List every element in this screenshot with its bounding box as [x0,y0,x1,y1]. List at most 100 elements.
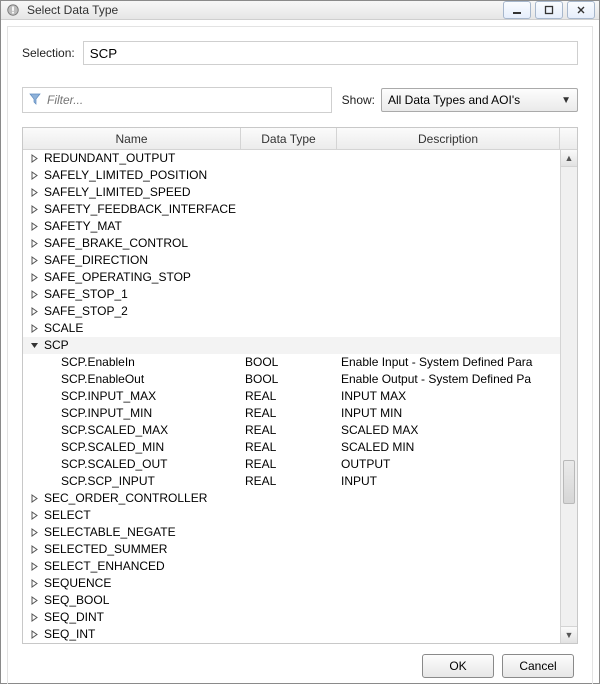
tree-node[interactable]: SEQ_BOOL [23,592,560,609]
vertical-scrollbar[interactable]: ▲ ▼ [560,150,577,643]
tree-leaf[interactable]: SCP.SCALED_MIN REALSCALED MIN [23,439,560,456]
expand-icon[interactable] [29,578,40,589]
title-bar: Select Data Type [1,1,599,20]
expand-icon[interactable] [29,221,40,232]
tree-node[interactable]: SAFETY_FEEDBACK_INTERFACE [23,201,560,218]
scroll-down-button[interactable]: ▼ [561,626,577,643]
tree-node[interactable]: SAFE_BRAKE_CONTROL [23,235,560,252]
expand-icon[interactable] [29,527,40,538]
row-name: SAFETY_MAT [44,218,122,235]
row-type: REAL [241,439,337,456]
row-type: REAL [241,456,337,473]
expand-icon[interactable] [29,204,40,215]
tree-leaf[interactable]: SCP.EnableInBOOLEnable Input - System De… [23,354,560,371]
expand-icon[interactable] [29,255,40,266]
scroll-thumb[interactable] [563,460,575,504]
row-name: SAFE_DIRECTION [44,252,148,269]
selection-input[interactable] [83,41,578,65]
tree-node[interactable]: SEQ_DINT [23,609,560,626]
tree-node[interactable]: SEC_ORDER_CONTROLLER [23,490,560,507]
tree-leaf[interactable]: SCP.INPUT_MAXREALINPUT MAX [23,388,560,405]
tree-node[interactable]: SCP [23,337,560,354]
row-description: OUTPUT [337,456,560,473]
row-name: SAFE_OPERATING_STOP [44,269,191,286]
row-description: INPUT MIN [337,405,560,422]
cancel-button[interactable]: Cancel [502,654,574,678]
grid-rows[interactable]: REDUNDANT_OUTPUTSAFELY_LIMITED_POSITIONS… [23,150,560,643]
tree-node[interactable]: SAFE_STOP_2 [23,303,560,320]
expand-icon[interactable] [29,561,40,572]
row-name: SCP.SCALED_MIN [61,439,164,456]
expand-icon[interactable] [29,306,40,317]
tree-node[interactable]: SELECT [23,507,560,524]
tree-node[interactable]: SAFE_OPERATING_STOP [23,269,560,286]
tree-node[interactable]: SAFELY_LIMITED_POSITION [23,167,560,184]
tree-leaf[interactable]: SCP.SCALED_OUTREALOUTPUT [23,456,560,473]
row-type: BOOL [241,371,337,388]
row-description: Enable Input - System Defined Para [337,354,560,371]
tree-node[interactable]: SELECTABLE_NEGATE [23,524,560,541]
filter-box[interactable] [22,87,332,113]
expand-icon[interactable] [29,153,40,164]
expand-icon[interactable] [29,595,40,606]
maximize-button[interactable] [535,1,563,19]
expand-icon[interactable] [29,170,40,181]
expand-icon[interactable] [29,289,40,300]
row-name: SELECTED_SUMMER [44,541,167,558]
show-select[interactable]: All Data Types and AOI's ▼ [381,88,578,112]
expand-icon[interactable] [29,272,40,283]
expand-icon[interactable] [29,510,40,521]
row-name: SELECTABLE_NEGATE [44,524,176,541]
close-button[interactable] [567,1,595,19]
app-icon [5,2,21,18]
filter-row: Show: All Data Types and AOI's ▼ [22,87,578,113]
tree-node[interactable]: SCALE [23,320,560,337]
expand-icon[interactable] [29,544,40,555]
row-description: SCALED MIN [337,439,560,456]
scroll-up-button[interactable]: ▲ [561,150,577,167]
filter-input[interactable] [47,93,325,107]
tree-leaf[interactable]: SCP.SCALED_MAXREALSCALED MAX [23,422,560,439]
minimize-button[interactable] [503,1,531,19]
expand-icon[interactable] [29,323,40,334]
show-label: Show: [342,93,375,107]
column-header-type[interactable]: Data Type [241,128,337,149]
row-type: REAL [241,473,337,490]
row-name: SCP.SCALED_MAX [61,422,168,439]
tree-leaf[interactable]: SCP.SCP_INPUTREALINPUT [23,473,560,490]
expand-icon[interactable] [29,238,40,249]
tree-node[interactable]: REDUNDANT_OUTPUT [23,150,560,167]
column-header-name[interactable]: Name [23,128,241,149]
row-name: SCP.EnableIn [61,354,135,371]
row-name: SEC_ORDER_CONTROLLER [44,490,207,507]
row-name: SAFELY_LIMITED_SPEED [44,184,191,201]
ok-button[interactable]: OK [422,654,494,678]
show-group: Show: All Data Types and AOI's ▼ [342,88,578,112]
tree-node[interactable]: SEQUENCE [23,575,560,592]
dialog-content: Selection: Show: All Data Types and AOI'… [7,26,593,684]
tree-node[interactable]: SAFE_STOP_1 [23,286,560,303]
selection-label: Selection: [22,46,75,60]
expand-icon[interactable] [29,493,40,504]
row-name: SCP.INPUT_MIN [61,405,152,422]
tree-node[interactable]: SAFE_DIRECTION [23,252,560,269]
collapse-icon[interactable] [29,340,40,351]
row-type: REAL [241,405,337,422]
row-description: SCALED MAX [337,422,560,439]
tree-leaf[interactable]: SCP.INPUT_MIN REALINPUT MIN [23,405,560,422]
row-description: INPUT [337,473,560,490]
tree-node[interactable]: SAFELY_LIMITED_SPEED [23,184,560,201]
expand-icon[interactable] [29,612,40,623]
expand-icon[interactable] [29,629,40,640]
row-name: SEQUENCE [44,575,111,592]
column-header-desc[interactable]: Description [337,128,560,149]
tree-leaf[interactable]: SCP.EnableOutBOOLEnable Output - System … [23,371,560,388]
tree-node[interactable]: SAFETY_MAT [23,218,560,235]
tree-node[interactable]: SELECT_ENHANCED [23,558,560,575]
expand-icon[interactable] [29,187,40,198]
tree-node[interactable]: SEQ_INT [23,626,560,643]
row-name: SCP.INPUT_MAX [61,388,156,405]
data-grid: Name Data Type Description REDUNDANT_OUT… [22,127,578,644]
tree-node[interactable]: SELECTED_SUMMER [23,541,560,558]
grid-body: REDUNDANT_OUTPUTSAFELY_LIMITED_POSITIONS… [23,150,577,643]
